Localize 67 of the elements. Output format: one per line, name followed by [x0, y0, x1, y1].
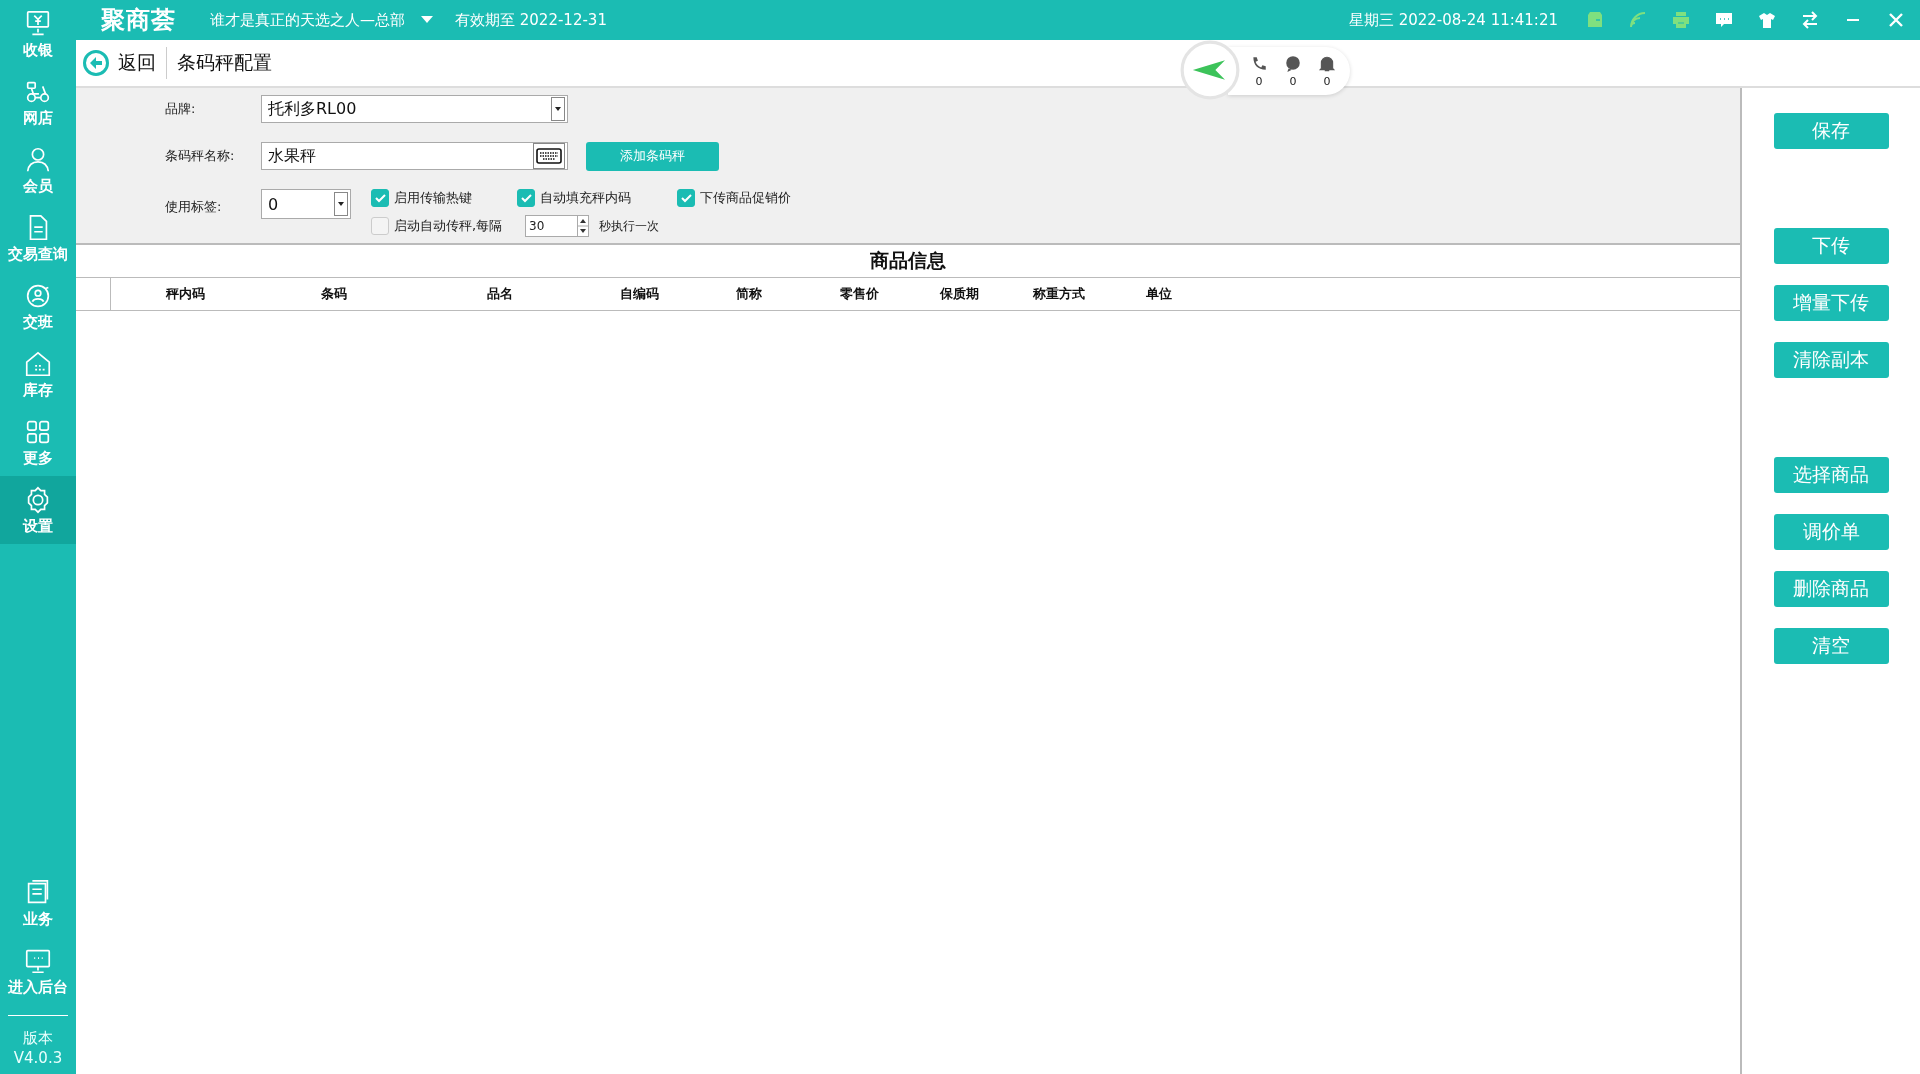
validity-text: 有效期至 2022-12-31 — [455, 10, 607, 30]
action-button[interactable]: 下传 — [1773, 228, 1889, 264]
keyboard-icon[interactable] — [533, 143, 565, 169]
sidebar-item[interactable]: 网店 — [0, 68, 76, 136]
action-button[interactable]: 增量下传 — [1773, 285, 1889, 321]
action-button[interactable]: 清空 — [1773, 628, 1889, 664]
sidebar-item[interactable]: 业务 — [0, 869, 76, 937]
interval-spinner[interactable]: 30 — [525, 215, 589, 237]
column-header: 零售价 — [838, 285, 880, 303]
name-field[interactable]: 水果秤 — [261, 142, 568, 170]
column-header: 单位 — [1145, 285, 1173, 303]
action-button[interactable]: 选择商品 — [1773, 457, 1889, 493]
field-label: 条码秤名称: — [165, 147, 236, 165]
sidebar-item[interactable]: 交班 — [0, 272, 76, 340]
phone-icon[interactable] — [1250, 54, 1268, 73]
column-header: 条码 — [320, 285, 348, 303]
checkbox[interactable]: 自动填充秤内码 — [517, 189, 677, 207]
field-label: 品牌: — [165, 100, 197, 118]
brand-select[interactable]: 托利多RL00 — [261, 95, 568, 123]
date-time: 星期三 2022-08-24 11:41:21 — [1348, 10, 1558, 30]
count-label: 0 — [1255, 74, 1263, 88]
sidebar-item[interactable]: 收银 — [0, 0, 76, 68]
sidebar-item[interactable]: 进入后台 — [0, 937, 76, 1005]
table-title: 商品信息 — [76, 245, 1740, 278]
app-logo: 聚商荟 — [101, 5, 176, 36]
field-label: 使用标签: — [165, 198, 223, 216]
checkbox[interactable]: 启动自动传秤,每隔 — [371, 217, 517, 235]
page-title: 条码秤配置 — [177, 50, 272, 75]
add-scale-button[interactable]: 添加条码秤 — [586, 141, 719, 171]
column-header: 简称 — [735, 285, 763, 303]
printer-icon[interactable] — [1671, 10, 1691, 30]
caret-icon — [555, 107, 561, 111]
interval-suffix: 秒执行一次 — [599, 217, 659, 235]
action-button[interactable]: 保存 — [1773, 113, 1889, 149]
column-header: 保质期 — [938, 285, 980, 303]
action-button[interactable]: 删除商品 — [1773, 571, 1889, 607]
tag-select[interactable]: 0 — [261, 189, 351, 219]
swap-icon[interactable] — [1800, 10, 1820, 30]
column-header: 秤内码 — [164, 285, 206, 303]
sidebar-item[interactable]: 设置 — [0, 476, 76, 544]
version-label: 版本 — [22, 1028, 54, 1048]
count-label: 0 — [1289, 74, 1297, 88]
sidebar-item[interactable]: 库存 — [0, 340, 76, 408]
action-button[interactable]: 清除副本 — [1773, 342, 1889, 378]
checkmark-icon — [519, 191, 533, 205]
back-button[interactable]: 返回 — [76, 47, 167, 79]
sidebar-item[interactable]: 会员 — [0, 136, 76, 204]
column-header: 称重方式 — [1032, 285, 1086, 303]
shirt-icon[interactable] — [1757, 10, 1777, 30]
send-icon[interactable] — [1180, 40, 1240, 100]
caret-icon[interactable] — [421, 16, 433, 24]
checkbox[interactable]: 启用传输热键 — [371, 189, 517, 207]
version-number: V4.0.3 — [12, 1048, 64, 1068]
caret-icon — [338, 202, 344, 206]
chat-icon[interactable] — [1284, 54, 1302, 73]
checkbox[interactable]: 下传商品促销价 — [677, 189, 791, 207]
bell-icon[interactable] — [1318, 54, 1336, 73]
sidebar-item[interactable]: 交易查询 — [0, 204, 76, 272]
count-label: 0 — [1323, 74, 1331, 88]
sidebar-item[interactable]: 更多 — [0, 408, 76, 476]
store-name[interactable]: 谁才是真正的天选之人—总部 — [210, 10, 405, 30]
column-header: 自编码 — [618, 285, 660, 303]
checkmark-icon — [679, 191, 693, 205]
checkmark-icon — [373, 191, 387, 205]
package-icon[interactable] — [1585, 10, 1605, 30]
action-button[interactable]: 调价单 — [1773, 514, 1889, 550]
column-header: 品名 — [486, 285, 514, 303]
